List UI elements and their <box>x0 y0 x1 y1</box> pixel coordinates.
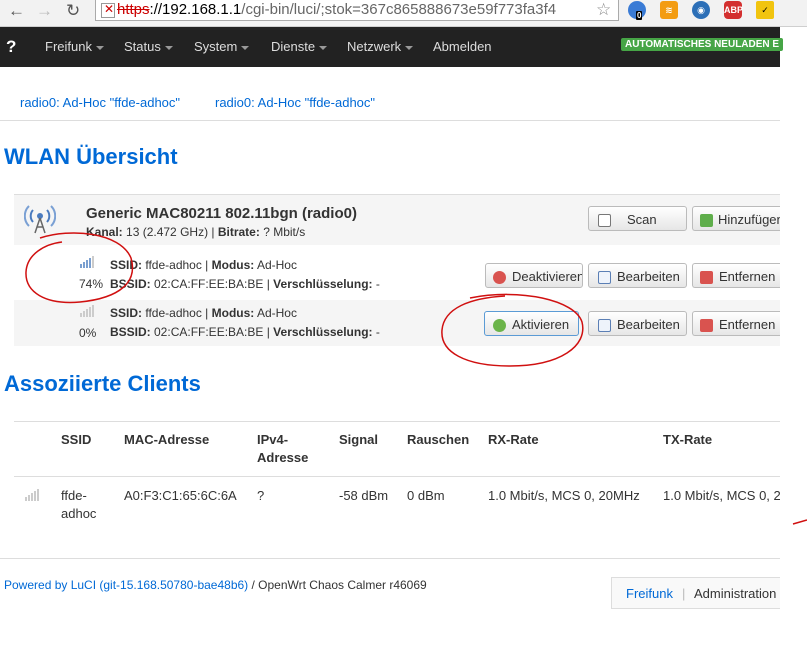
annotation-circle-signal <box>25 232 134 304</box>
red-annotation-circles <box>25 232 807 525</box>
annotation-circle-activate <box>441 293 584 367</box>
annotation-stroke <box>792 519 807 525</box>
